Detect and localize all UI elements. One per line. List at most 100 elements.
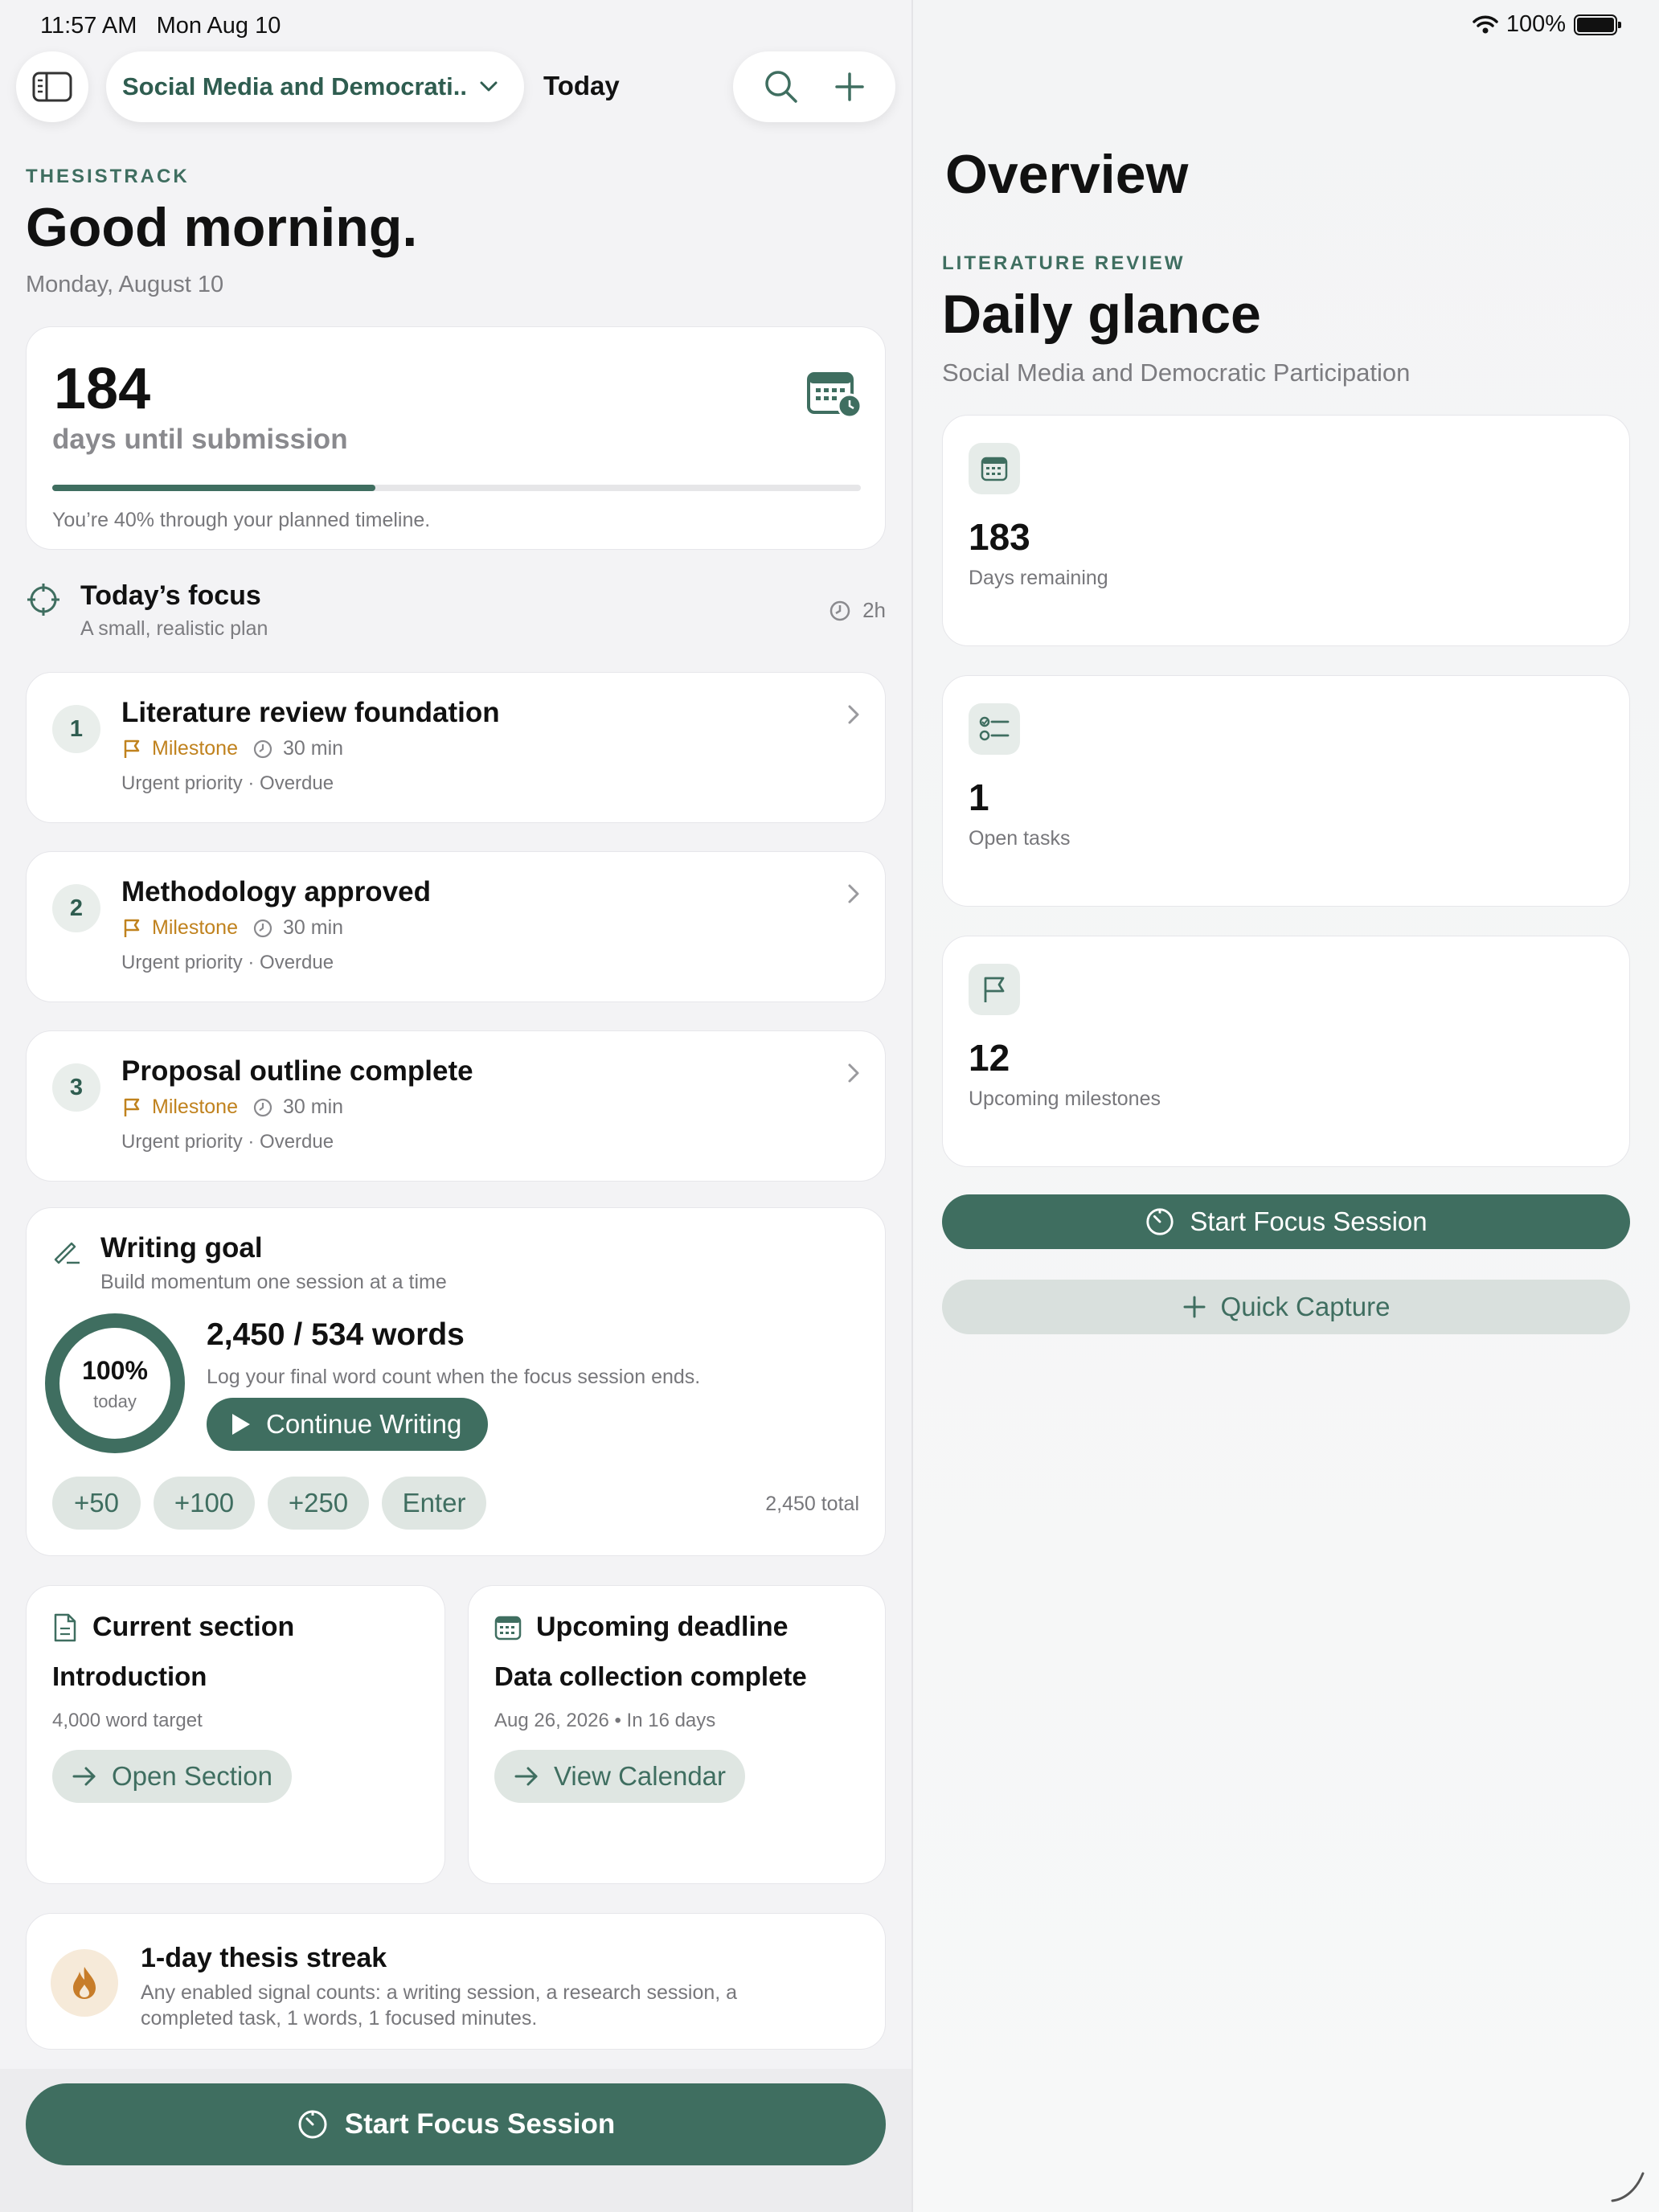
add-icon[interactable] xyxy=(834,71,866,103)
flag-icon xyxy=(124,1098,140,1116)
clock-icon xyxy=(253,739,272,758)
app-eyebrow: THESISTRACK xyxy=(26,166,190,187)
status-time: 11:57 AM Mon Aug 10 xyxy=(40,13,281,39)
upcoming-milestones-card: 12 Upcoming milestones xyxy=(942,936,1630,1167)
wifi-icon xyxy=(1473,15,1498,33)
overview-headline: Daily glance xyxy=(942,284,1261,345)
search-icon[interactable] xyxy=(764,69,799,104)
task-meta: Milestone 30 min xyxy=(121,1096,343,1119)
calendar-icon xyxy=(494,1616,522,1640)
deadline-date: Aug 26, 2026 • In 16 days xyxy=(494,1710,716,1731)
timeline-note: You’re 40% through your planned timeline… xyxy=(52,509,431,531)
current-section-name: Introduction xyxy=(52,1661,207,1691)
todays-focus-title: Today’s focus xyxy=(80,580,261,611)
task-priority: Urgent priority · Overdue xyxy=(121,772,334,794)
chevron-right-icon xyxy=(848,1063,859,1083)
sidebar-toggle-button[interactable] xyxy=(16,51,88,122)
overview-subtitle: Social Media and Democratic Participatio… xyxy=(942,358,1411,387)
quick-capture-button[interactable]: Quick Capture xyxy=(942,1280,1630,1334)
todays-focus-subtitle: A small, realistic plan xyxy=(80,617,268,640)
battery-percent: 100% xyxy=(1505,11,1566,37)
word-count: 2,450 / 534 words xyxy=(207,1317,465,1352)
word-count-hint: Log your final word count when the focus… xyxy=(207,1366,701,1388)
continue-writing-button[interactable]: Continue Writing xyxy=(207,1398,488,1451)
clock-icon xyxy=(253,919,272,937)
overview-eyebrow: LITERATURE REVIEW xyxy=(942,252,1186,274)
view-calendar-button[interactable]: View Calendar xyxy=(494,1750,746,1803)
open-section-button[interactable]: Open Section xyxy=(52,1750,292,1803)
add-50-words-chip[interactable]: +50 xyxy=(52,1477,141,1530)
resize-handle-icon[interactable] xyxy=(1609,2170,1646,2204)
start-focus-session-button[interactable]: Start Focus Session xyxy=(26,2083,886,2165)
total-words: 2,450 total xyxy=(765,1493,859,1515)
writing-goal-subtitle: Build momentum one session at a time xyxy=(100,1271,447,1293)
arrow-right-icon xyxy=(514,1767,538,1786)
focus-task-card[interactable]: 1 Literature review foundation Milestone… xyxy=(26,672,886,823)
writing-goal-title: Writing goal xyxy=(100,1232,263,1264)
todays-focus-header: Today’s focus A small, realistic plan 2h xyxy=(26,579,886,643)
current-section-target: 4,000 word target xyxy=(52,1710,203,1731)
task-priority: Urgent priority · Overdue xyxy=(121,952,334,973)
flag-icon xyxy=(124,919,140,937)
project-selector-label: Social Media and Democrati... xyxy=(122,72,468,100)
task-duration: 30 min xyxy=(283,916,344,939)
add-250-words-chip[interactable]: +250 xyxy=(268,1477,369,1530)
battery-icon xyxy=(1574,14,1621,35)
calendar-icon xyxy=(969,443,1020,494)
play-icon xyxy=(232,1414,250,1435)
timeline-progress-fill xyxy=(52,485,376,491)
task-duration: 30 min xyxy=(283,1096,344,1118)
chevron-down-icon xyxy=(480,81,498,92)
clock-icon xyxy=(830,600,850,621)
add-icon xyxy=(1183,1296,1206,1318)
chevron-right-icon xyxy=(848,705,859,724)
focus-duration: 2h xyxy=(829,598,886,623)
task-meta: Milestone 30 min xyxy=(121,916,343,940)
toolbar-actions xyxy=(733,51,895,122)
stat-label: Days remaining xyxy=(969,567,1108,589)
timer-icon xyxy=(1146,1208,1174,1235)
overview-title: Overview xyxy=(945,144,1189,205)
task-title: Methodology approved xyxy=(121,876,431,907)
days-until-submission: 184 xyxy=(54,357,151,421)
stat-label: Upcoming milestones xyxy=(969,1088,1161,1110)
task-type: Milestone xyxy=(152,1096,238,1118)
countdown-label: days until submission xyxy=(52,424,348,455)
checklist-icon xyxy=(969,703,1020,755)
open-tasks-card: 1 Open tasks xyxy=(942,675,1630,907)
task-number-badge: 2 xyxy=(52,884,100,932)
flame-icon xyxy=(51,1949,118,2017)
enter-words-chip[interactable]: Enter xyxy=(382,1477,486,1530)
deadline-name: Data collection complete xyxy=(494,1661,807,1691)
stat-value: 12 xyxy=(969,1037,1010,1079)
stat-value: 1 xyxy=(969,776,989,818)
add-100-words-chip[interactable]: +100 xyxy=(154,1477,255,1530)
overview-start-focus-button[interactable]: Start Focus Session xyxy=(942,1194,1630,1249)
upcoming-deadline-header: Upcoming deadline xyxy=(494,1612,789,1643)
calendar-clock-icon xyxy=(807,372,862,419)
flag-icon xyxy=(969,964,1020,1015)
focus-task-card[interactable]: 3 Proposal outline complete Milestone 30… xyxy=(26,1030,886,1182)
crosshair-icon xyxy=(27,584,59,616)
countdown-card[interactable]: 184 days until submission You’re 40% thr… xyxy=(26,326,886,550)
stat-value: 183 xyxy=(969,516,1030,558)
streak-description: Any enabled signal counts: a writing ses… xyxy=(141,1981,738,2030)
task-type: Milestone xyxy=(152,737,238,760)
timeline-progress-bar xyxy=(52,485,861,491)
task-type: Milestone xyxy=(152,916,238,939)
writing-percent-label: today xyxy=(93,1391,137,1411)
task-number-badge: 1 xyxy=(52,705,100,753)
current-section-card: Current section Introduction 4,000 word … xyxy=(26,1585,445,1884)
document-icon xyxy=(54,1613,76,1641)
flag-icon xyxy=(124,739,140,758)
writing-percent: 100% xyxy=(82,1356,148,1385)
arrow-right-icon xyxy=(72,1767,96,1786)
writing-goal-card: Writing goal Build momentum one session … xyxy=(26,1207,886,1556)
task-title: Literature review foundation xyxy=(121,697,500,728)
project-selector[interactable]: Social Media and Democrati... xyxy=(106,51,524,122)
focus-task-card[interactable]: 2 Methodology approved Milestone 30 min … xyxy=(26,851,886,1002)
task-title: Proposal outline complete xyxy=(121,1055,473,1087)
days-remaining-card: 183 Days remaining xyxy=(942,415,1630,646)
current-section-header: Current section xyxy=(52,1612,294,1643)
upcoming-deadline-card: Upcoming deadline Data collection comple… xyxy=(468,1585,886,1884)
